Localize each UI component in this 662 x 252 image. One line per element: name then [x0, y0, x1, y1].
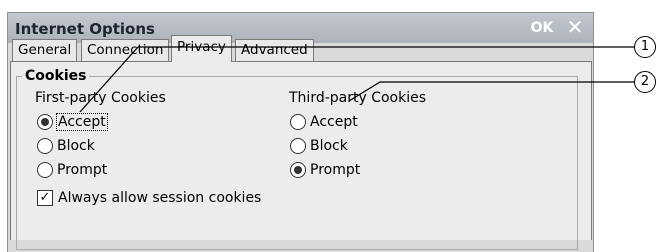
- callout-1-leader-line: [79, 46, 139, 113]
- callout-1-badge: 1: [634, 36, 656, 58]
- callout-2-leader-line: [348, 81, 381, 102]
- callout-2-badge: 2: [634, 71, 656, 93]
- callout-leader-lines: [79, 46, 643, 113]
